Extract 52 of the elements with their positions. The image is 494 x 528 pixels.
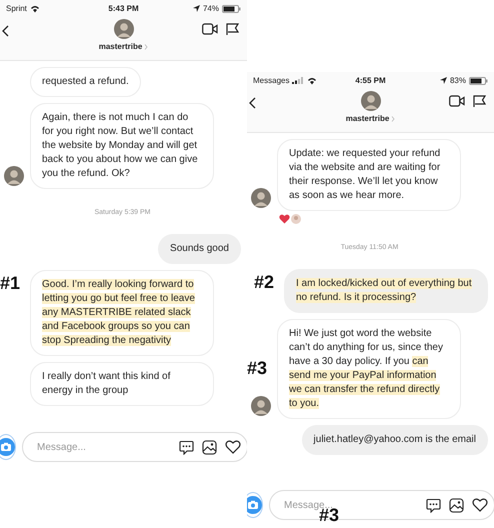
message-text: juliet.hatley@yahoo.com is the email [314, 433, 476, 447]
battery-percent: 83% [450, 76, 466, 85]
wifi-icon [307, 76, 318, 84]
annotation-label: #3 [247, 359, 268, 377]
image-icon[interactable] [202, 440, 217, 454]
carrier-name: Messages [253, 76, 290, 85]
status-time: 5:43 PM [108, 4, 139, 13]
flag-icon[interactable] [226, 23, 239, 36]
camera-button[interactable] [0, 434, 16, 460]
avatar-icon [4, 166, 24, 186]
message-text: I really don’t want this kind of energy in the group [42, 370, 172, 398]
battery-percent: 74% [202, 4, 219, 13]
message-text: Hi! We just got word the website can’t do anything for us, since they have a 30 day policy. If you can send me your PayPal information we can transfer the refund directly to you. [289, 327, 444, 411]
heart-icon[interactable] [225, 440, 241, 454]
camera-button[interactable] [247, 492, 263, 518]
battery-icon [468, 76, 488, 84]
username[interactable]: mastertribe [98, 42, 142, 51]
signal-icon [292, 77, 304, 84]
flag-icon[interactable] [473, 95, 486, 108]
message-text: Again, there is not much I can do for you right now. But we’ll contact the website by Monday and will get back to you about how we can give you the refund. Ok? [42, 111, 199, 181]
video-camera-icon[interactable] [449, 95, 465, 107]
message-input[interactable]: Message... [35, 440, 171, 454]
message-text: Good. I’m really looking forward to letting you go but feel free to leave any MASTERTRIBE related slack and Facebook groups so you can stop Spreading the negativity [42, 278, 196, 348]
heart-icon [279, 214, 290, 224]
battery-icon [222, 4, 241, 12]
message-text: Sounds good [170, 242, 229, 256]
image-icon[interactable] [449, 498, 464, 512]
wifi-icon [30, 4, 40, 12]
message-text: I am locked/kicked out of everything but no refund. Is it processing? [296, 277, 473, 305]
heart-icon[interactable] [472, 498, 488, 512]
avatar-icon[interactable] [114, 19, 134, 39]
avatar-icon[interactable] [360, 91, 380, 111]
message-text: Update: we requested your refund via the website and are waiting for their response. We’ll let you know as soon as we hear more. [289, 147, 442, 203]
avatar-icon [291, 214, 301, 224]
location-icon [192, 5, 200, 12]
chevron-icon [391, 116, 396, 122]
username[interactable]: mastertribe [346, 114, 390, 123]
location-icon [440, 77, 447, 84]
message-field[interactable]: Message... [22, 432, 247, 462]
chat-bubble-icon[interactable] [179, 440, 194, 454]
annotation-label: #2 [254, 273, 274, 291]
chat-bubble-icon[interactable] [426, 498, 441, 512]
avatar-icon [251, 396, 271, 416]
avatar-icon [251, 188, 271, 208]
chevron-icon [144, 44, 148, 50]
message-text: requested a refund. [42, 75, 129, 89]
video-camera-icon[interactable] [202, 23, 218, 35]
status-time: 4:55 PM [355, 76, 386, 85]
back-icon[interactable] [2, 25, 9, 37]
annotation-label: #1 [0, 274, 20, 292]
carrier-name: Sprint [6, 4, 27, 13]
back-icon[interactable] [249, 97, 256, 109]
